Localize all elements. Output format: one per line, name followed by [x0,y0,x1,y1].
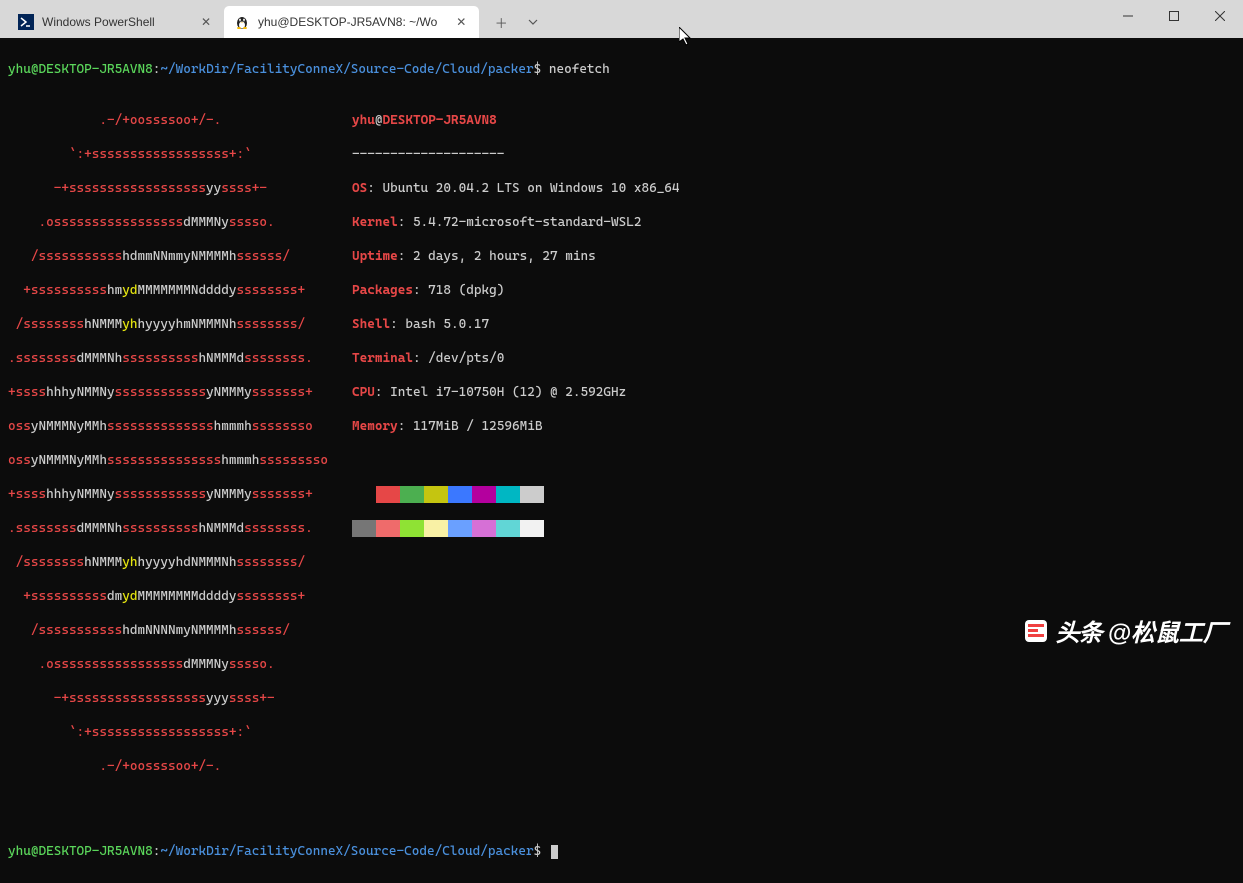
prompt-path: ~/WorkDir/FacilityConneX/Source-Code/Clo… [160,62,533,77]
color-swatch [448,520,472,537]
os-value: : Ubuntu 20.04.2 LTS on Windows 10 x86_6… [367,181,679,196]
close-icon[interactable]: ✕ [198,14,214,30]
color-swatch [376,486,400,503]
watermark: 头条 @松鼠工厂 [1022,613,1227,648]
color-swatch [448,486,472,503]
kernel-value: : 5.4.72-microsoft-standard-WSL2 [398,215,642,230]
color-swatch [496,486,520,503]
kernel-label: Kernel [352,215,398,230]
uptime-label: Uptime [352,249,398,264]
color-swatch [520,486,544,503]
memory-value: : 117MiB / 12596MiB [398,419,543,434]
cpu-label: CPU [352,385,375,400]
tab-title: yhu@DESKTOP-JR5AVN8: ~/Wo [258,15,437,29]
new-tab-button[interactable]: ＋ [485,6,517,38]
toutiao-icon [1022,617,1050,645]
color-palette-row-1 [352,486,680,503]
memory-label: Memory [352,419,398,434]
tux-icon [234,14,250,30]
os-label: OS [352,181,367,196]
color-swatch [376,520,400,537]
prompt-line: yhu@DESKTOP-JR5AVN8:~/WorkDir/FacilityCo… [8,61,1235,78]
maximize-button[interactable] [1151,0,1197,32]
tab-dropdown-button[interactable] [517,6,549,38]
command-text: neofetch [549,62,610,77]
color-swatch [520,520,544,537]
color-swatch [400,486,424,503]
terminal-output[interactable]: yhu@DESKTOP-JR5AVN8:~/WorkDir/FacilityCo… [0,38,1243,883]
color-swatch [424,486,448,503]
tab-powershell[interactable]: Windows PowerShell ✕ [8,6,224,38]
neofetch-info: yhu@DESKTOP-JR5AVN8 --------------------… [352,95,680,792]
terminal-label: Terminal [352,351,413,366]
neofetch-logo: .-/+oossssoo+/-. `:+ssssssssssssssssss+:… [8,95,352,792]
close-icon[interactable]: ✕ [453,14,469,30]
color-palette-row-2 [352,520,680,537]
color-swatch [400,520,424,537]
uptime-value: : 2 days, 2 hours, 27 mins [398,249,596,264]
packages-value: : 718 (dpkg) [413,283,504,298]
color-swatch [424,520,448,537]
packages-label: Packages [352,283,413,298]
titlebar: Windows PowerShell ✕ yhu@DESKTOP-JR5AVN8… [0,0,1243,38]
prompt-line-2: yhu@DESKTOP-JR5AVN8:~/WorkDir/FacilityCo… [8,843,1235,860]
shell-label: Shell [352,317,390,332]
color-swatch [472,486,496,503]
prompt-user: yhu@DESKTOP-JR5AVN8 [8,62,153,77]
cpu-value: : Intel i7-10750H (12) @ 2.592GHz [375,385,626,400]
tab-title: Windows PowerShell [42,15,182,29]
window-controls [1105,0,1243,32]
tab-actions: ＋ [479,6,555,38]
powershell-icon [18,14,34,30]
color-swatch [496,520,520,537]
close-button[interactable] [1197,0,1243,32]
tab-wsl[interactable]: yhu@DESKTOP-JR5AVN8: ~/Wo ✕ [224,6,479,38]
color-swatch [352,486,376,503]
color-swatch [472,520,496,537]
color-swatch [352,520,376,537]
shell-value: : bash 5.0.17 [390,317,489,332]
minimize-button[interactable] [1105,0,1151,32]
terminal-cursor [551,845,558,859]
terminal-value: : /dev/pts/0 [413,351,504,366]
